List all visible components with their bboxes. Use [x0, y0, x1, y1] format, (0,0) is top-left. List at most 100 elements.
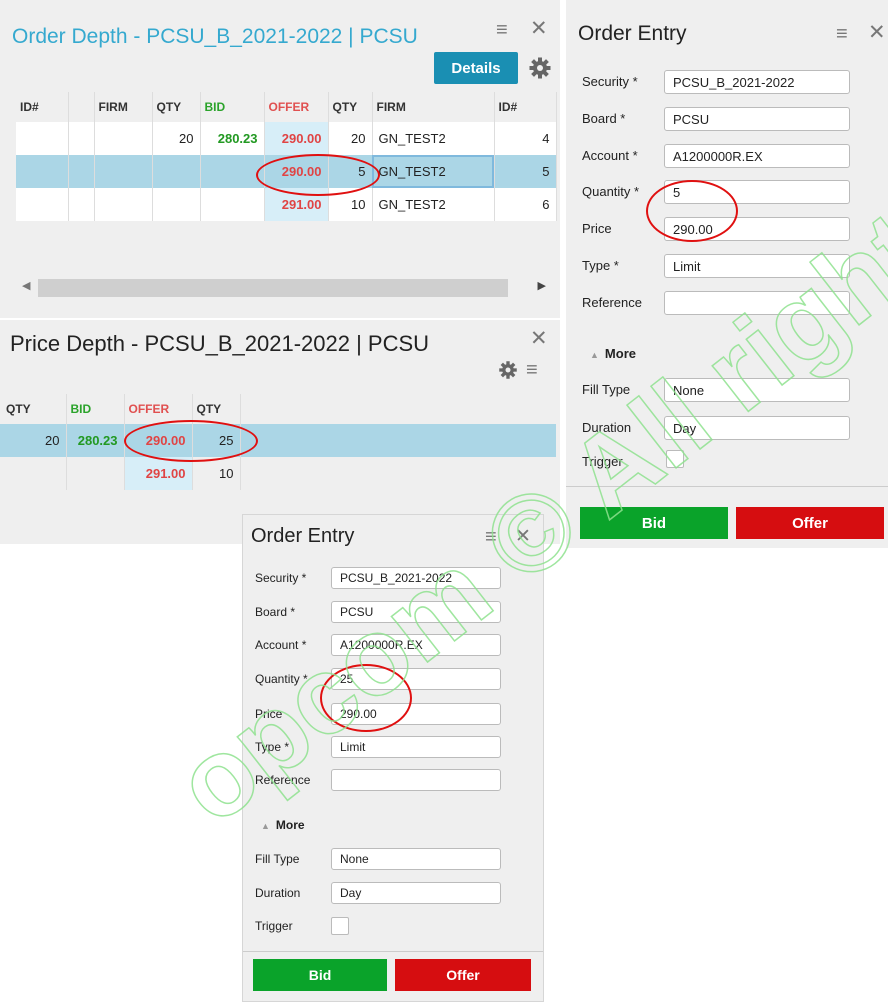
scrollbar-thumb[interactable]	[38, 279, 508, 297]
bid-price-cell: 280.23	[200, 122, 265, 155]
security-input[interactable]	[664, 70, 850, 94]
fill-type-select[interactable]	[331, 848, 501, 870]
horizontal-scrollbar[interactable]: ◀ ▶	[18, 276, 558, 300]
offer-price-cell: 291.00	[264, 188, 329, 221]
bid-id-cell	[16, 122, 69, 155]
type-label: Type *	[255, 740, 290, 754]
offer-button[interactable]: Offer	[395, 959, 531, 991]
column-header-offer-qty[interactable]: QTY	[192, 394, 241, 424]
close-icon[interactable]: ✕	[515, 527, 531, 546]
order-entry-title: Order Entry	[578, 22, 687, 45]
offer-qty-cell: 10	[328, 188, 373, 221]
column-header-bid-qty[interactable]: QTY	[0, 394, 67, 424]
account-input[interactable]	[664, 144, 850, 168]
column-header-bid[interactable]: BID	[66, 394, 125, 424]
more-toggle[interactable]: ▲ More	[261, 818, 305, 832]
table-row[interactable]: 291.00 10	[0, 457, 556, 490]
hamburger-icon[interactable]: ≡	[836, 24, 848, 44]
board-input[interactable]	[664, 107, 850, 131]
hamburger-icon[interactable]: ≡	[496, 20, 508, 40]
security-label: Security *	[255, 571, 307, 585]
bid-button[interactable]: Bid	[580, 507, 728, 539]
close-icon[interactable]: ✕	[530, 18, 548, 39]
price-input[interactable]	[664, 217, 850, 241]
blank-cell	[240, 457, 556, 490]
duration-select[interactable]	[331, 882, 501, 904]
column-header-bid-firm[interactable]: FIRM	[94, 92, 153, 122]
offer-qty-cell: 25	[192, 424, 241, 457]
price-depth-title: Price Depth - PCSU_B_2021-2022 | PCSU	[10, 331, 430, 356]
fill-type-row: Fill Type	[566, 378, 888, 402]
price-row: Price	[243, 703, 543, 727]
blank-cell	[68, 155, 95, 188]
close-icon[interactable]: ✕	[530, 328, 548, 349]
table-row-selected[interactable]: 20 280.23 290.00 25	[0, 424, 556, 457]
more-toggle[interactable]: ▲ More	[590, 346, 636, 361]
quantity-row: Quantity *	[243, 668, 543, 692]
bid-qty-cell: 20	[152, 122, 201, 155]
reference-input[interactable]	[331, 769, 501, 791]
fill-type-select[interactable]	[664, 378, 850, 402]
blank-cell	[68, 122, 95, 155]
offer-price-cell: 290.00	[264, 122, 329, 155]
security-row: Security *	[243, 567, 543, 591]
column-header-offer-firm[interactable]: FIRM	[372, 92, 495, 122]
gear-icon[interactable]	[498, 360, 518, 380]
bid-firm-cell	[94, 188, 153, 221]
trigger-label: Trigger	[582, 454, 623, 469]
duration-select[interactable]	[664, 416, 850, 440]
blank-cell	[240, 424, 556, 457]
caret-up-icon: ▲	[590, 350, 599, 360]
order-entry-panel: Order Entry ≡ ✕ Security * Board * Accou…	[566, 0, 888, 548]
column-header-offer[interactable]: OFFER	[264, 92, 329, 122]
offer-id-cell: 5	[494, 155, 557, 188]
type-select[interactable]	[331, 736, 501, 758]
reference-input[interactable]	[664, 291, 850, 315]
column-header-bid[interactable]: BID	[200, 92, 265, 122]
column-header-offer-qty[interactable]: QTY	[328, 92, 373, 122]
hamburger-icon[interactable]: ≡	[526, 360, 538, 380]
column-header-bid-id[interactable]: ID#	[16, 92, 69, 122]
details-button[interactable]: Details	[434, 52, 518, 84]
account-label: Account *	[255, 638, 307, 652]
price-input[interactable]	[331, 703, 501, 725]
table-row[interactable]: 291.00 10 GN_TEST2 6	[16, 188, 557, 221]
close-icon[interactable]: ✕	[868, 22, 886, 43]
trigger-checkbox[interactable]	[331, 917, 349, 935]
bid-id-cell	[16, 155, 69, 188]
column-header-offer[interactable]: OFFER	[124, 394, 193, 424]
table-row[interactable]: 20 280.23 290.00 20 GN_TEST2 4	[16, 122, 557, 155]
offer-id-cell: 4	[494, 122, 557, 155]
offer-id-cell: 6	[494, 188, 557, 221]
bid-firm-cell	[94, 122, 153, 155]
divider	[243, 951, 543, 952]
price-label: Price	[255, 707, 283, 721]
security-input[interactable]	[331, 567, 501, 589]
trigger-checkbox[interactable]	[666, 450, 684, 468]
account-input[interactable]	[331, 634, 501, 656]
order-depth-table: ID# FIRM QTY BID OFFER QTY FIRM ID# 20 2…	[16, 92, 557, 221]
quantity-input[interactable]	[664, 180, 850, 204]
gear-icon[interactable]	[528, 56, 552, 80]
board-input[interactable]	[331, 601, 501, 623]
hamburger-icon[interactable]: ≡	[485, 527, 497, 547]
order-depth-panel: Order Depth - PCSU_B_2021-2022 | PCSU ≡ …	[0, 0, 560, 318]
offer-price-cell: 290.00	[124, 424, 193, 457]
table-row-selected[interactable]: 290.00 5 GN_TEST2 5	[16, 155, 557, 188]
bid-qty-cell	[152, 155, 201, 188]
column-header-bid-qty[interactable]: QTY	[152, 92, 201, 122]
column-header-offer-id[interactable]: ID#	[494, 92, 557, 122]
bid-qty-cell	[152, 188, 201, 221]
trigger-row: Trigger	[566, 450, 888, 474]
arrow-left-icon[interactable]: ◀	[22, 279, 30, 292]
type-select[interactable]	[664, 254, 850, 278]
trigger-row: Trigger	[243, 915, 543, 939]
order-entry-title: Order Entry	[251, 525, 355, 547]
arrow-right-icon[interactable]: ▶	[538, 279, 546, 292]
offer-button[interactable]: Offer	[736, 507, 884, 539]
blank-cell	[68, 188, 95, 221]
quantity-input[interactable]	[331, 668, 501, 690]
security-row: Security *	[566, 70, 888, 94]
bid-button[interactable]: Bid	[253, 959, 387, 991]
bid-firm-cell	[94, 155, 153, 188]
